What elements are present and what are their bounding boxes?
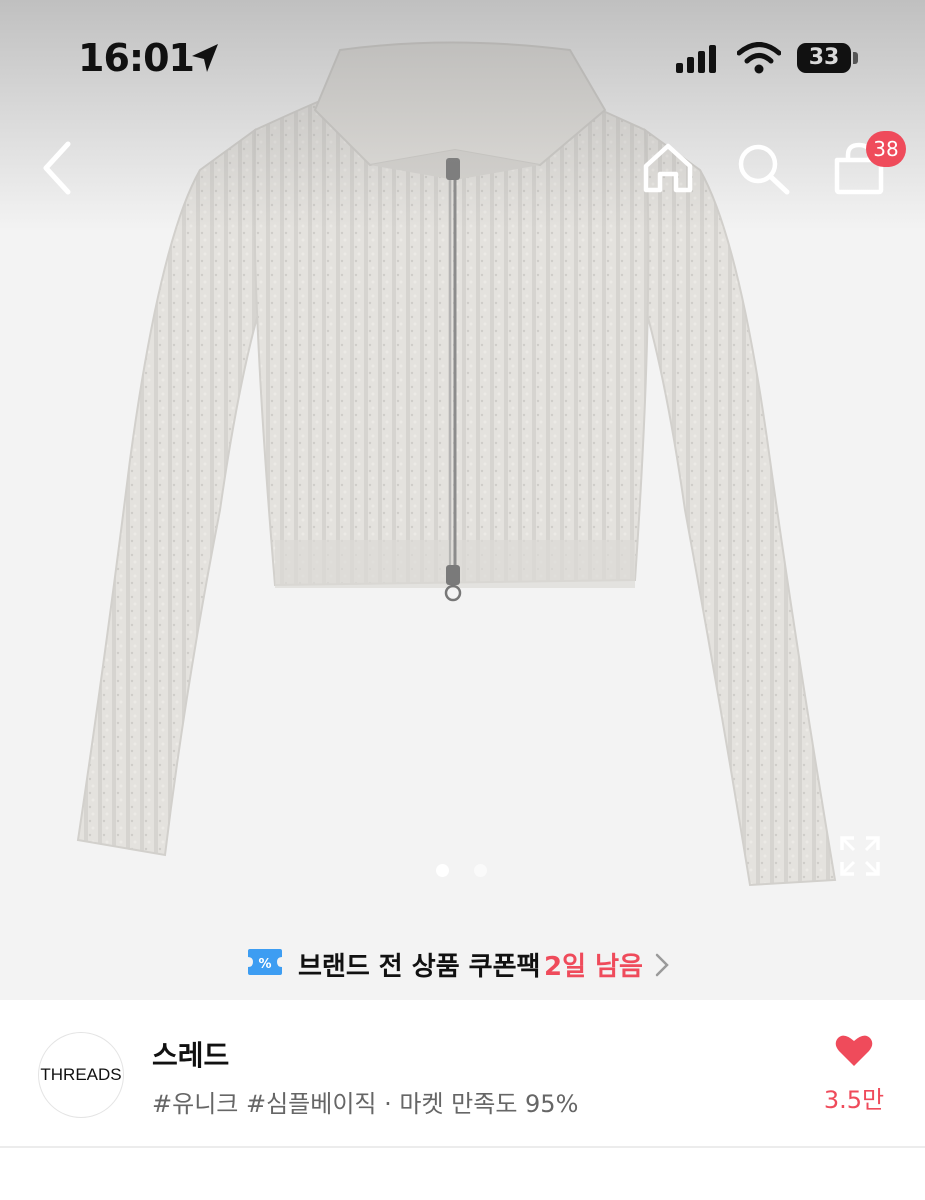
expand-icon[interactable]: [838, 834, 882, 878]
coupon-text: 브랜드 전 상품 쿠폰팩: [298, 952, 541, 982]
coupon-remaining: 2일 남음: [544, 952, 643, 982]
battery-tip: [853, 52, 858, 64]
brand-name[interactable]: 스레드: [152, 1034, 229, 1074]
back-button[interactable]: [38, 140, 78, 196]
chevron-right-icon: [655, 953, 669, 977]
battery-icon: 33: [797, 43, 851, 73]
status-time: 16:01: [78, 36, 195, 80]
wifi-icon: [737, 42, 781, 74]
coupon-icon: %: [248, 949, 282, 975]
brand-logo[interactable]: THREADS: [38, 1032, 124, 1118]
heart-icon[interactable]: [834, 1032, 874, 1068]
battery-level: 33: [808, 45, 840, 70]
carousel-dot[interactable]: [474, 864, 487, 877]
like-count: 3.5만: [823, 1086, 885, 1114]
home-icon[interactable]: [640, 142, 696, 194]
cart-count-badge: 38: [866, 131, 906, 167]
location-arrow-icon: [192, 44, 218, 72]
product-image-carousel[interactable]: 16:01 33 38 % 브랜드 전 상품 쿠폰팩 2일 남음: [0, 0, 925, 1000]
svg-text:%: %: [258, 957, 271, 972]
brand-tags: #유니크 #심플베이직 · 마켓 만족도 95%: [152, 1090, 579, 1118]
cellular-signal-icon: [676, 45, 716, 73]
coupon-banner[interactable]: % 브랜드 전 상품 쿠폰팩 2일 남음: [246, 942, 676, 986]
carousel-dot-active[interactable]: [436, 864, 449, 877]
search-icon[interactable]: [736, 142, 792, 196]
brand-info-row[interactable]: THREADS 스레드 #유니크 #심플베이직 · 마켓 만족도 95% 3.5…: [0, 1000, 925, 1148]
